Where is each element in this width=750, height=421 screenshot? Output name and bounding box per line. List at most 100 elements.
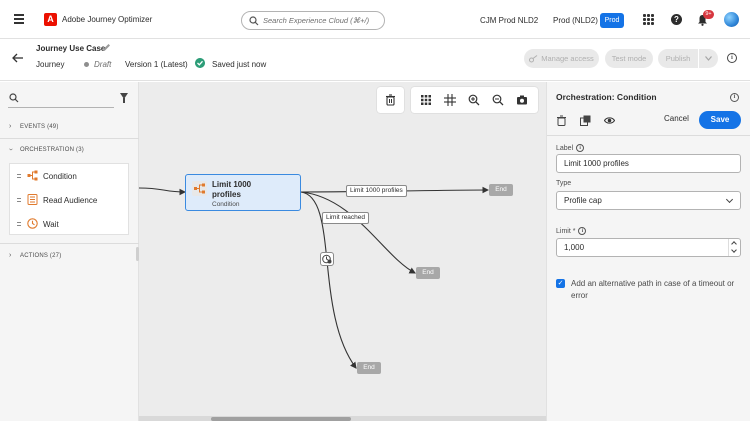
end-node[interactable]: End: [489, 184, 513, 196]
end-node[interactable]: End: [357, 362, 381, 374]
label-field-label: Label i: [556, 144, 585, 152]
app-name[interactable]: Adobe Journey Optimizer: [62, 15, 152, 24]
timeout-path-icon[interactable]: [320, 252, 334, 266]
divider: [0, 138, 139, 139]
search-icon: [9, 93, 19, 103]
section-actions-label: ACTIONS (27): [20, 253, 62, 259]
limit-stepper[interactable]: [728, 239, 740, 256]
journey-info-icon[interactable]: i: [727, 53, 737, 63]
type-field-label: Type: [556, 180, 572, 187]
preview-eye-icon[interactable]: [604, 115, 615, 126]
grid-view-icon[interactable]: [420, 94, 432, 106]
info-icon[interactable]: i: [578, 227, 587, 235]
canvas-horizontal-scrollbar[interactable]: [211, 417, 351, 421]
timeout-path-checkbox[interactable]: ✓: [556, 279, 565, 288]
screenshot-camera-icon[interactable]: [516, 94, 528, 106]
zoom-in-icon[interactable]: [468, 94, 480, 106]
orchestration-list: Condition Read Audience Wait: [9, 163, 129, 235]
search-placeholder: Search Experience Cloud (⌘+/): [263, 16, 370, 25]
type-select[interactable]: Profile cap: [556, 191, 741, 210]
drag-handle-icon[interactable]: [17, 222, 21, 226]
stepper-up-icon[interactable]: [731, 241, 737, 247]
journey-status: Draft: [94, 60, 112, 69]
condition-activity-node[interactable]: Limit 1000 profiles Condition: [185, 174, 301, 211]
read-audience-icon: [27, 194, 38, 205]
label-field-text: Label: [556, 144, 574, 152]
save-button[interactable]: Save: [699, 111, 741, 129]
manage-access-button[interactable]: Manage access: [524, 49, 599, 68]
cancel-button[interactable]: Cancel: [664, 114, 689, 123]
chevron-down-icon: [705, 56, 712, 61]
org-switcher[interactable]: CJM Prod NLD2: [480, 16, 538, 25]
search-icon: [249, 16, 259, 26]
section-events-label: EVENTS (49): [20, 124, 59, 130]
journey-canvas[interactable]: Limit 1000 profiles Condition Limit 1000…: [139, 82, 546, 421]
publish-button[interactable]: Publish: [658, 49, 698, 68]
palette-item-read-audience[interactable]: Read Audience: [10, 188, 130, 212]
palette-search-input[interactable]: [8, 91, 114, 108]
condition-icon: [27, 170, 38, 181]
test-mode-button[interactable]: Test mode: [605, 49, 653, 68]
zoom-out-icon[interactable]: [492, 94, 504, 106]
end-node[interactable]: End: [416, 267, 440, 279]
info-icon[interactable]: i: [576, 144, 585, 152]
edge-label-main[interactable]: Limit 1000 profiles: [346, 185, 407, 197]
properties-panel: Orchestration: Condition i Cancel Save L…: [546, 82, 750, 421]
edge-label-limit-reached[interactable]: Limit reached: [322, 212, 370, 224]
edit-pencil-icon[interactable]: [102, 43, 111, 52]
journey-version[interactable]: Version 1 (Latest): [125, 60, 188, 69]
node-title: Limit 1000 profiles: [212, 180, 252, 199]
limit-field-label: Limit * i: [556, 227, 587, 235]
panel-title: Orchestration: Condition: [556, 92, 657, 102]
save-status: Saved just now: [212, 60, 267, 69]
delete-activity-button[interactable]: [377, 87, 404, 113]
limit-input-value: 1,000: [564, 243, 585, 252]
palette-item-label: Read Audience: [43, 196, 98, 205]
manage-access-label: Manage access: [541, 54, 594, 63]
global-search-input[interactable]: Search Experience Cloud (⌘+/): [241, 11, 385, 30]
breadcrumb-journey[interactable]: Journey: [36, 60, 64, 69]
hamburger-menu-icon[interactable]: [14, 14, 24, 24]
chevron-down-icon: ›: [6, 148, 14, 151]
drag-handle-icon[interactable]: [17, 174, 21, 178]
palette-item-condition[interactable]: Condition: [10, 164, 130, 188]
chevron-right-icon: ›: [9, 123, 12, 130]
adobe-logo[interactable]: A: [44, 13, 57, 26]
journey-title: Journey Use Case: [36, 44, 106, 53]
sandbox-switcher[interactable]: Prod (NLD2): [553, 16, 598, 25]
chevron-right-icon: ›: [9, 252, 12, 259]
fit-to-screen-icon[interactable]: [444, 94, 456, 106]
section-orchestration-label: ORCHESTRATION (3): [20, 147, 84, 153]
user-avatar[interactable]: [724, 12, 739, 27]
help-icon[interactable]: ?: [671, 14, 682, 25]
connection-incoming: [139, 187, 187, 196]
stepper-down-icon[interactable]: [731, 247, 737, 253]
key-icon: [529, 55, 538, 63]
limit-number-input[interactable]: 1,000: [556, 238, 741, 257]
delete-trash-icon[interactable]: [556, 115, 567, 126]
wait-icon: [27, 218, 38, 229]
label-input[interactable]: Limit 1000 profiles: [556, 154, 741, 173]
global-header: A Adobe Journey Optimizer Search Experie…: [0, 0, 750, 39]
back-arrow-icon[interactable]: [12, 52, 24, 64]
connection-limit-reached: [300, 191, 416, 274]
draft-status-dot: [84, 62, 89, 67]
activity-palette: › EVENTS (49) › ORCHESTRATION (3) Condit…: [0, 82, 139, 421]
divider: [0, 243, 139, 244]
palette-item-label: Wait: [43, 220, 59, 229]
environment-badge: Prod: [600, 13, 624, 28]
divider: [547, 135, 750, 136]
duplicate-icon[interactable]: [580, 115, 591, 126]
journey-header: Journey Use Case Journey Draft Version 1…: [0, 39, 750, 81]
canvas-toolbar: [411, 87, 538, 113]
drag-handle-icon[interactable]: [17, 198, 21, 202]
node-subtitle: Condition: [212, 201, 240, 208]
timeout-path-checkbox-label: Add an alternative path in case of a tim…: [571, 279, 735, 300]
canvas-connections: [139, 186, 490, 369]
app-switcher-icon[interactable]: [643, 14, 654, 25]
publish-options-button[interactable]: [699, 49, 718, 68]
filter-icon[interactable]: [120, 93, 128, 103]
info-icon[interactable]: i: [730, 93, 739, 102]
palette-item-wait[interactable]: Wait: [10, 212, 130, 236]
saved-check-icon: [195, 58, 205, 68]
